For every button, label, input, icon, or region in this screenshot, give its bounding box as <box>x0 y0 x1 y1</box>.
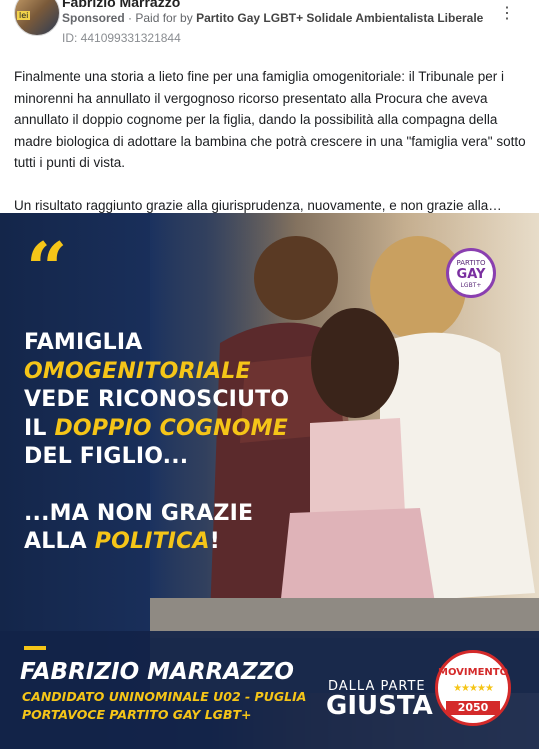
candidate-role: CANDIDATO UNINOMINALE U02 - PUGLIA <box>22 689 307 704</box>
party-logo-mid: GAY <box>456 267 486 282</box>
candidate-spokesperson: PORTAVOCE PARTITO GAY LGBT+ <box>22 707 252 722</box>
headline-spacer <box>24 472 289 500</box>
left-woman-hair <box>254 236 338 320</box>
child-top <box>310 418 405 518</box>
ad-post-card: lei Fabrizio Marrazzo Sponsored · Paid f… <box>0 0 539 749</box>
m5s-logo-text: MOVIMENTO <box>438 667 509 678</box>
movimento-logo: MOVIMENTO ★★★★★ 2050 <box>435 650 511 726</box>
ad-creative-image[interactable]: “ PARTITO GAY LGBT+ FAMIGLIA OMOGENITORI… <box>0 213 539 749</box>
more-options-icon[interactable]: ⋮ <box>497 4 517 24</box>
child-hair <box>311 308 399 418</box>
headline-text: ! <box>209 529 220 554</box>
headline-text: IL <box>24 415 55 441</box>
candidate-name: FABRIZIO MARRAZZO <box>20 659 294 685</box>
m5s-logo-year: 2050 <box>446 701 500 715</box>
headline-highlight: DOPPIO COGNOME <box>54 415 288 441</box>
headline-line: ALLA POLITICA! <box>24 528 289 557</box>
headline-text: ALLA <box>24 529 95 554</box>
headline-line-highlight: OMOGENITORIALE <box>24 358 251 384</box>
headline-highlight: POLITICA <box>94 529 210 554</box>
party-logo-top: PARTITO <box>456 259 486 267</box>
yellow-accent-bar <box>24 646 46 650</box>
library-id: ID: 441099331321844 <box>62 31 181 45</box>
headline-line: IL DOPPIO COGNOME <box>24 415 289 444</box>
post-paragraph: Finalmente una storia a lieto fine per u… <box>14 69 526 170</box>
post-body: Finalmente una storia a lieto fine per u… <box>14 66 528 237</box>
sponsored-label: Sponsored <box>62 11 125 25</box>
paid-for-prefix: · Paid for by <box>128 11 193 25</box>
partito-gay-logo: PARTITO GAY LGBT+ <box>446 248 496 298</box>
headline-line: VEDE RICONOSCIUTO <box>24 387 290 412</box>
headline-line: FAMIGLIA <box>24 330 143 355</box>
stars-icon: ★★★★★ <box>453 683 494 694</box>
headline-line: ...MA NON GRAZIE <box>24 500 254 526</box>
party-logo-bottom: LGBT+ <box>460 282 482 289</box>
child-skirt <box>280 508 435 608</box>
author-name[interactable]: Fabrizio Marrazzo <box>62 0 180 10</box>
advertiser-name[interactable]: Partito Gay LGBT+ Solidale Ambientalista… <box>196 11 483 25</box>
slogan-big: GIUSTA <box>326 691 433 721</box>
avatar-tag: lei <box>17 11 31 20</box>
quote-mark-icon: “ <box>26 226 68 311</box>
creative-headline: FAMIGLIA OMOGENITORIALE VEDE RICONOSCIUT… <box>24 329 289 557</box>
author-avatar[interactable]: lei <box>14 0 60 36</box>
headline-line: DEL FIGLIO... <box>24 444 189 469</box>
sponsored-line: Sponsored · Paid for by Partito Gay LGBT… <box>62 11 483 25</box>
